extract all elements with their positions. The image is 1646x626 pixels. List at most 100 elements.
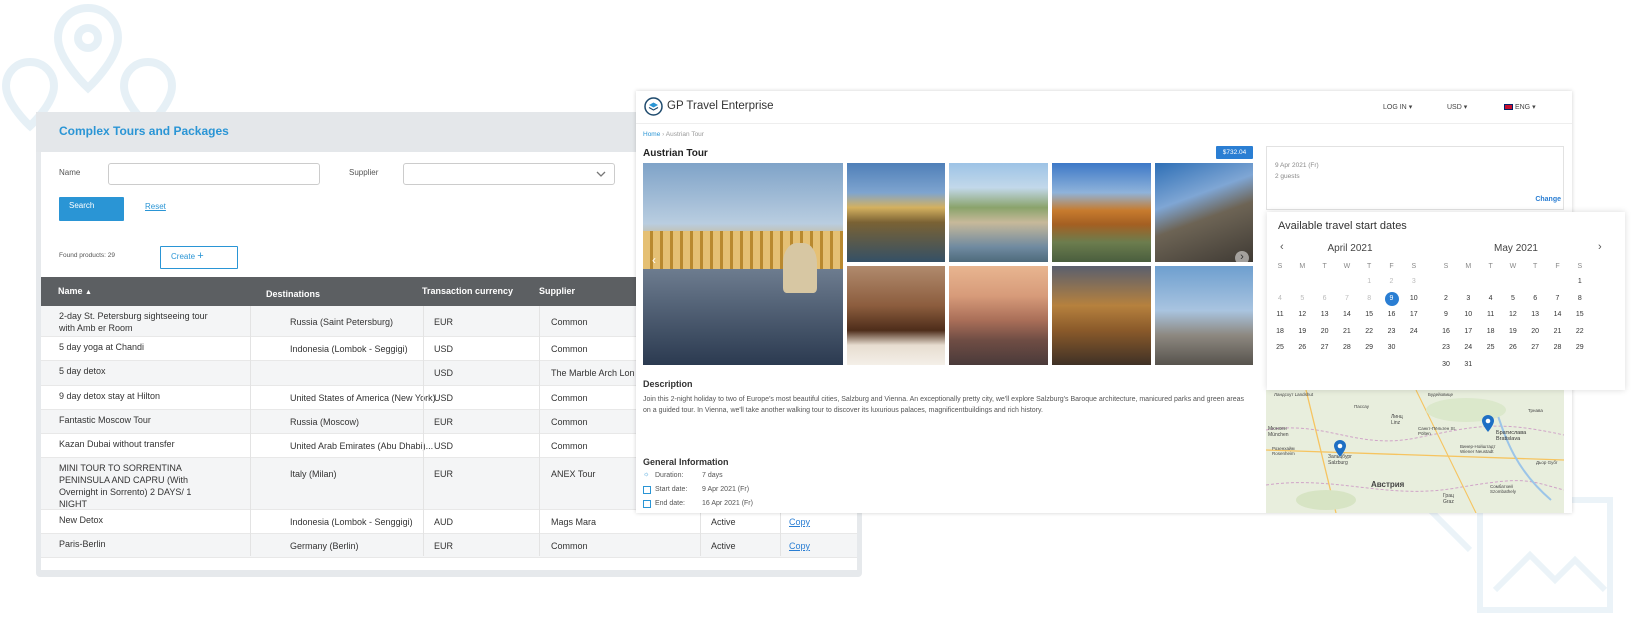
calendar-day[interactable]: 30 [1381,341,1403,355]
supplier-select[interactable] [403,163,615,185]
gallery-photo[interactable] [1052,163,1151,262]
gallery-photo[interactable] [847,266,945,365]
plus-icon: + [197,250,204,262]
currency-menu[interactable]: USD ▾ [1447,103,1467,111]
calendar-day[interactable]: 4 [1480,292,1502,306]
calendar-day[interactable]: 1 [1569,275,1591,289]
calendar-day[interactable]: 17 [1457,325,1479,339]
booking-summary-box: 9 Apr 2021 (Fr) 2 guests Change [1266,146,1564,210]
calendar-day[interactable]: 21 [1547,325,1569,339]
language-menu[interactable]: ENG ▾ [1504,103,1536,111]
calendar-weekday: T [1367,263,1372,270]
calendar-day[interactable]: 23 [1435,341,1457,355]
name-input[interactable] [108,163,320,185]
calendar-day[interactable]: 14 [1547,308,1569,322]
breadcrumb-home[interactable]: Home [643,131,660,138]
map[interactable]: Австрия Зальцбург Salzburg Братислава Br… [1266,390,1564,513]
cell-copy-link[interactable]: Copy [789,516,829,528]
calendar-day[interactable]: 21 [1336,325,1358,339]
calendar-day[interactable]: 2 [1435,292,1457,306]
gallery-photo[interactable] [847,163,945,262]
column-header-supplier[interactable]: Supplier [539,286,575,296]
calendar-day[interactable]: 11 [1480,308,1502,322]
calendar-day[interactable]: 22 [1358,325,1380,339]
gallery-prev-icon[interactable]: ‹ [652,253,662,267]
calendar-day[interactable]: 18 [1480,325,1502,339]
map-label-szombathely: Сомбатхей Szombathely [1490,484,1517,494]
breadcrumb-current: Austrian Tour [665,131,704,138]
calendar-day[interactable]: 28 [1336,341,1358,355]
map-label-bratislava: Братислава Bratislava [1496,430,1527,442]
calendar-day[interactable]: 13 [1524,308,1546,322]
gallery-photo[interactable]: › [1155,163,1253,262]
calendar-day[interactable]: 31 [1457,358,1479,372]
gallery-photo[interactable] [949,266,1048,365]
calendar-day[interactable]: 5 [1502,292,1524,306]
calendar-day[interactable]: 26 [1291,341,1313,355]
column-header-name[interactable]: Name ▲ [58,286,92,296]
calendar-day[interactable]: 3 [1457,292,1479,306]
calendar-day[interactable]: 10 [1403,292,1425,306]
gallery-photo[interactable] [1052,266,1151,365]
cell-copy-link[interactable]: Copy [789,540,829,552]
calendar-day[interactable]: 13 [1314,308,1336,322]
column-header-currency[interactable]: Transaction currency [422,286,513,296]
table-row[interactable]: New Detox Indonesia (Lombok - Senggigi) AU… [41,510,857,534]
calendar-day[interactable]: 7 [1547,292,1569,306]
gallery-next-icon[interactable]: › [1235,251,1249,262]
calendar-day[interactable]: 16 [1435,325,1457,339]
calendar-day[interactable]: 20 [1314,325,1336,339]
calendar-day[interactable]: 8 [1569,292,1591,306]
calendar-day[interactable]: 14 [1336,308,1358,322]
calendar-day[interactable]: 15 [1569,308,1591,322]
calendar-day[interactable]: 27 [1524,341,1546,355]
calendar-day[interactable]: 16 [1381,308,1403,322]
login-menu[interactable]: LOG IN ▾ [1383,103,1412,111]
calendar-day[interactable]: 23 [1381,325,1403,339]
calendar-day[interactable]: 22 [1569,325,1591,339]
calendar-weekday: T [1322,263,1327,270]
calendar-day[interactable]: 12 [1291,308,1313,322]
search-button[interactable]: Search [59,197,124,221]
calendar-day[interactable]: 29 [1358,341,1380,355]
calendar-day[interactable]: 24 [1403,325,1425,339]
calendar-day[interactable]: 17 [1403,308,1425,322]
calendar-day[interactable]: 11 [1269,308,1291,322]
calendar-day[interactable]: 26 [1502,341,1524,355]
uk-flag-icon [1504,104,1513,111]
calendar-day[interactable]: 19 [1291,325,1313,339]
page-title: Complex Tours and Packages [59,124,229,138]
map-label-st-poelten: Санкт-Пёльтен St. Pölten [1418,426,1456,436]
map-pin-icon[interactable] [1482,415,1494,432]
calendar-day-selected[interactable]: 9 [1381,291,1403,306]
gallery-photo[interactable] [1155,266,1253,365]
travel-dates-calendar: Available travel start dates ‹ › April 2… [1267,212,1625,390]
table-row[interactable]: Paris-Berlin Germany (Berlin) EUR Common Act… [41,534,857,558]
calendar-day[interactable]: 29 [1569,341,1591,355]
sun-icon: ☼ [643,471,650,478]
reset-link[interactable]: Reset [145,202,166,211]
calendar-day[interactable]: 19 [1502,325,1524,339]
calendar-day[interactable]: 20 [1524,325,1546,339]
calendar-day[interactable]: 15 [1358,308,1380,322]
gallery-photo[interactable] [949,163,1048,262]
cell-currency: USD [434,441,454,451]
calendar-day[interactable]: 6 [1524,292,1546,306]
map-pin-icon[interactable] [1334,440,1346,457]
calendar-day[interactable]: 25 [1480,341,1502,355]
calendar-day[interactable]: 30 [1435,358,1457,372]
calendar-day[interactable]: 25 [1269,341,1291,355]
caret-down-icon: ▾ [1532,104,1536,111]
calendar-day[interactable]: 12 [1502,308,1524,322]
change-link[interactable]: Change [1535,196,1561,203]
gallery-main-photo[interactable]: ‹ [643,163,843,365]
column-header-destinations[interactable]: Destinations [266,289,320,299]
calendar-day[interactable]: 24 [1457,341,1479,355]
calendar-next-icon[interactable]: › [1598,241,1602,253]
calendar-day[interactable]: 10 [1457,308,1479,322]
calendar-day[interactable]: 27 [1314,341,1336,355]
calendar-day[interactable]: 9 [1435,308,1457,322]
create-button[interactable]: Create + [160,246,238,269]
calendar-day[interactable]: 28 [1547,341,1569,355]
calendar-day[interactable]: 18 [1269,325,1291,339]
